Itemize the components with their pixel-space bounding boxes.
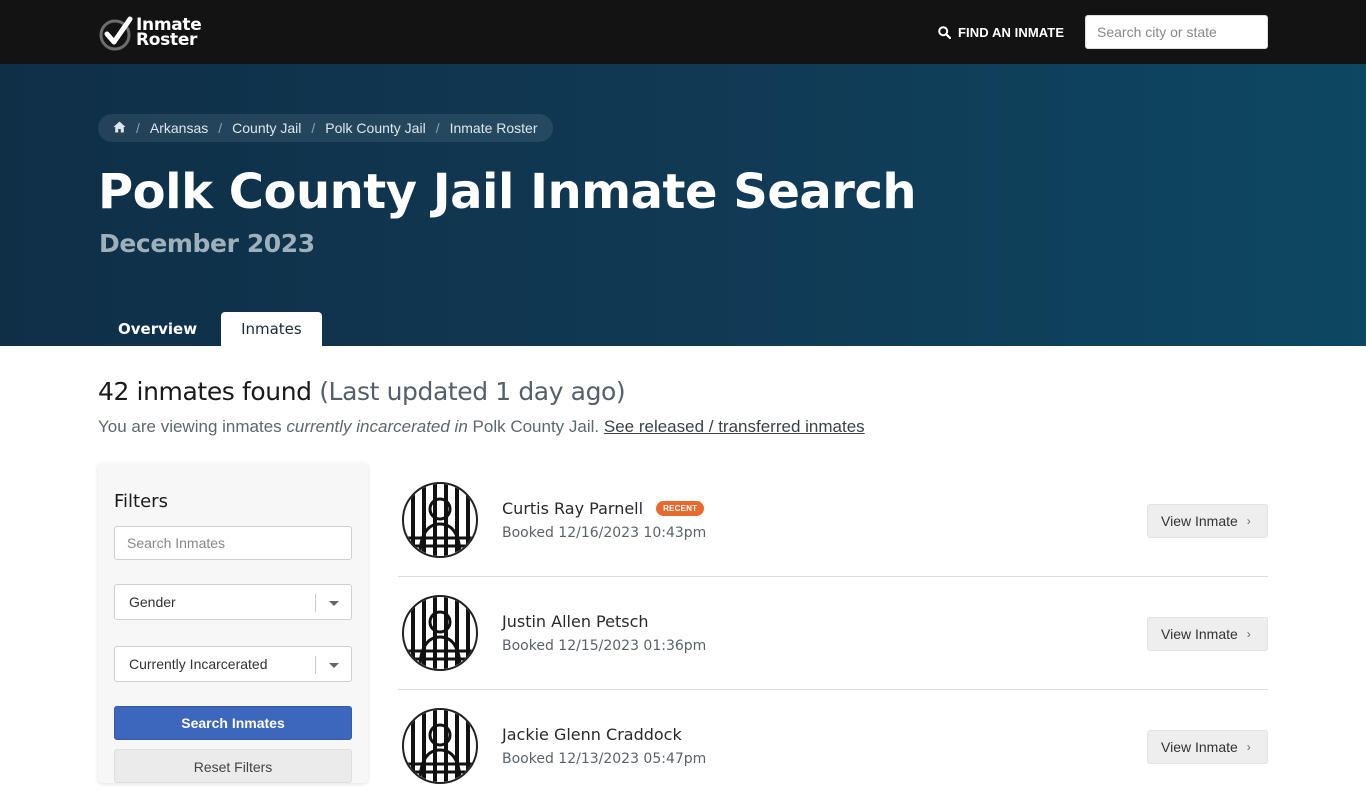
- view-inmate-button[interactable]: View Inmate ›: [1147, 730, 1268, 764]
- breadcrumb-separator: /: [136, 120, 140, 136]
- inmate-name-text: Jackie Glenn Craddock: [502, 725, 682, 744]
- breadcrumb: / Arkansas / County Jail / Polk County J…: [98, 114, 553, 142]
- status-select[interactable]: Currently Incarcerated: [114, 646, 352, 682]
- search-icon: [938, 25, 951, 39]
- inmate-row: Curtis Ray Parnell RECENT Booked 12/16/2…: [398, 464, 1268, 577]
- view-inmate-button[interactable]: View Inmate ›: [1147, 617, 1268, 651]
- inmate-list: Curtis Ray Parnell RECENT Booked 12/16/2…: [398, 464, 1268, 803]
- chevron-right-icon: ›: [1246, 627, 1251, 641]
- page-subtitle: December 2023: [99, 229, 315, 258]
- inmate-name-text: Curtis Ray Parnell: [502, 499, 644, 518]
- chevron-right-icon: ›: [1246, 740, 1251, 754]
- search-inmates-button[interactable]: Search Inmates: [114, 706, 352, 740]
- find-an-inmate-label: FIND AN INMATE: [958, 24, 1065, 40]
- chevron-down-icon: [329, 601, 339, 606]
- filters-panel: Filters Gender Currently Incarcerated Se…: [98, 463, 368, 783]
- tab-inmates[interactable]: Inmates: [221, 312, 322, 346]
- inmate-row: Jackie Glenn Craddock Booked 12/13/2023 …: [398, 690, 1268, 803]
- city-state-search-input[interactable]: [1085, 15, 1268, 49]
- select-divider: [315, 656, 316, 674]
- viewing-text-pre: You are viewing inmates: [98, 417, 287, 436]
- chevron-right-icon: ›: [1246, 514, 1251, 528]
- inmate-placeholder-avatar[interactable]: [402, 482, 478, 558]
- breadcrumb-separator: /: [218, 120, 223, 136]
- results-count-heading: 42 inmates found (Last updated 1 day ago…: [98, 377, 626, 406]
- breadcrumb-separator: /: [435, 120, 440, 136]
- inmate-row: Justin Allen Petsch Booked 12/15/2023 01…: [398, 577, 1268, 690]
- booking-date: Booked 12/15/2023 01:36pm: [502, 638, 707, 654]
- top-navbar: Inmate Roster FIND AN INMATE: [0, 0, 1366, 64]
- chevron-down-icon: [329, 663, 339, 668]
- breadcrumb-separator: /: [311, 120, 316, 136]
- gender-select-value: Gender: [129, 594, 176, 610]
- reset-filters-button[interactable]: Reset Filters: [114, 749, 352, 783]
- find-an-inmate-link[interactable]: FIND AN INMATE: [938, 23, 1064, 41]
- inmate-name[interactable]: Jackie Glenn Craddock: [502, 725, 682, 744]
- view-inmate-button[interactable]: View Inmate ›: [1147, 504, 1268, 538]
- inmate-placeholder-avatar[interactable]: [402, 708, 478, 784]
- home-icon[interactable]: [113, 120, 126, 136]
- search-inmates-input[interactable]: [114, 526, 352, 560]
- breadcrumb-inmate-roster[interactable]: Inmate Roster: [450, 120, 538, 136]
- hero-banner: / Arkansas / County Jail / Polk County J…: [0, 64, 1366, 346]
- view-inmate-label: View Inmate: [1161, 626, 1238, 642]
- select-divider: [315, 594, 316, 612]
- breadcrumb-arkansas[interactable]: Arkansas: [150, 120, 208, 136]
- recent-badge: RECENT: [656, 501, 705, 516]
- inmate-name-text: Justin Allen Petsch: [502, 612, 649, 631]
- viewing-notice: You are viewing inmates currently incarc…: [98, 417, 865, 437]
- page-tabs: Overview Inmates: [98, 312, 322, 346]
- logo-line-2: Roster: [136, 30, 198, 50]
- booking-date: Booked 12/13/2023 05:47pm: [502, 751, 707, 767]
- released-inmates-link[interactable]: See released / transferred inmates: [604, 417, 865, 436]
- breadcrumb-county-jail[interactable]: County Jail: [232, 120, 301, 136]
- view-inmate-label: View Inmate: [1161, 513, 1238, 529]
- inmate-name[interactable]: Curtis Ray Parnell RECENT: [502, 499, 705, 518]
- status-select-value: Currently Incarcerated: [129, 656, 268, 672]
- results-count: 42 inmates found: [98, 377, 312, 406]
- tab-overview[interactable]: Overview: [98, 312, 217, 346]
- site-logo[interactable]: Inmate Roster: [98, 14, 202, 52]
- booking-date: Booked 12/16/2023 10:43pm: [502, 525, 707, 541]
- gender-select[interactable]: Gender: [114, 584, 352, 620]
- view-inmate-label: View Inmate: [1161, 739, 1238, 755]
- last-updated: (Last updated 1 day ago): [319, 377, 626, 406]
- inmate-placeholder-avatar[interactable]: [402, 595, 478, 671]
- viewing-text-emphasis: currently incarcerated in: [286, 417, 468, 436]
- logo-text: Inmate Roster: [136, 17, 202, 50]
- checkmark-logo-icon: [98, 15, 134, 51]
- filters-title: Filters: [114, 491, 168, 512]
- inmate-name[interactable]: Justin Allen Petsch: [502, 612, 649, 631]
- breadcrumb-polk-county-jail[interactable]: Polk County Jail: [325, 120, 425, 136]
- page-title: Polk County Jail Inmate Search: [98, 164, 917, 220]
- viewing-text-post: Polk County Jail.: [467, 417, 604, 436]
